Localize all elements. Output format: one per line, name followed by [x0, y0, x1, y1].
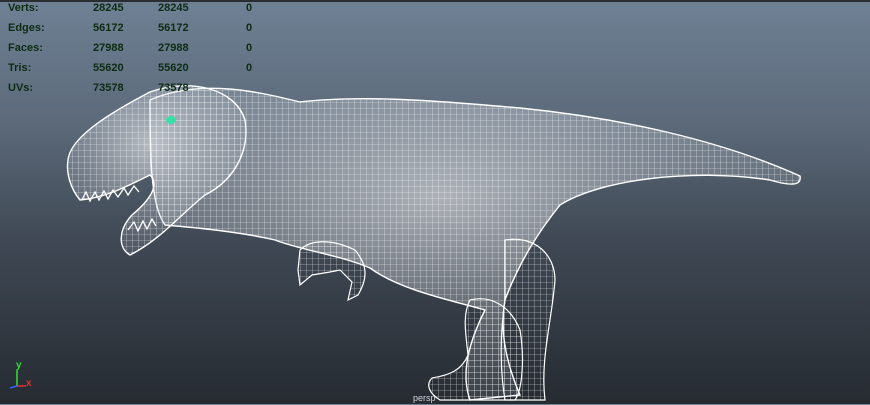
- 3d-viewport[interactable]: Verts: 28245 28245 0 Edges: 56172 56172 …: [0, 0, 870, 404]
- hud-value: 73578: [93, 82, 124, 94]
- hud-value: 27988: [93, 42, 124, 54]
- hud-label: Verts:: [8, 2, 39, 14]
- hud-value: 55620: [93, 62, 124, 74]
- trex-wireframe-model[interactable]: [0, 0, 870, 404]
- hud-label: Faces:: [8, 42, 43, 54]
- axis-x-label: x: [26, 378, 32, 389]
- hud-value: 73578: [158, 82, 189, 94]
- hud-value: 27988: [158, 42, 189, 54]
- trex-leg-front: [500, 238, 556, 401]
- hud-label: Tris:: [8, 62, 32, 74]
- hud-value: 0: [246, 2, 253, 14]
- hud-value: 56172: [158, 22, 189, 34]
- view-axis-gizmo: y x: [2, 360, 42, 400]
- hud-value: 28245: [93, 2, 124, 14]
- axis-y-label: y: [16, 360, 22, 371]
- hud-value: 0: [246, 22, 253, 34]
- trex-eye: [166, 116, 176, 124]
- axis-gizmo-icon: [9, 370, 26, 389]
- hud-value: 0: [246, 42, 253, 54]
- camera-name-label: persp: [413, 393, 436, 403]
- hud-value: 0: [246, 62, 253, 74]
- hud-value: 28245: [158, 2, 189, 14]
- trex-arm: [297, 241, 366, 302]
- hud-label: Edges:: [8, 22, 45, 34]
- hud-value: 55620: [158, 62, 189, 74]
- hud-label: UVs:: [8, 82, 34, 94]
- hud-value: 56172: [93, 22, 124, 34]
